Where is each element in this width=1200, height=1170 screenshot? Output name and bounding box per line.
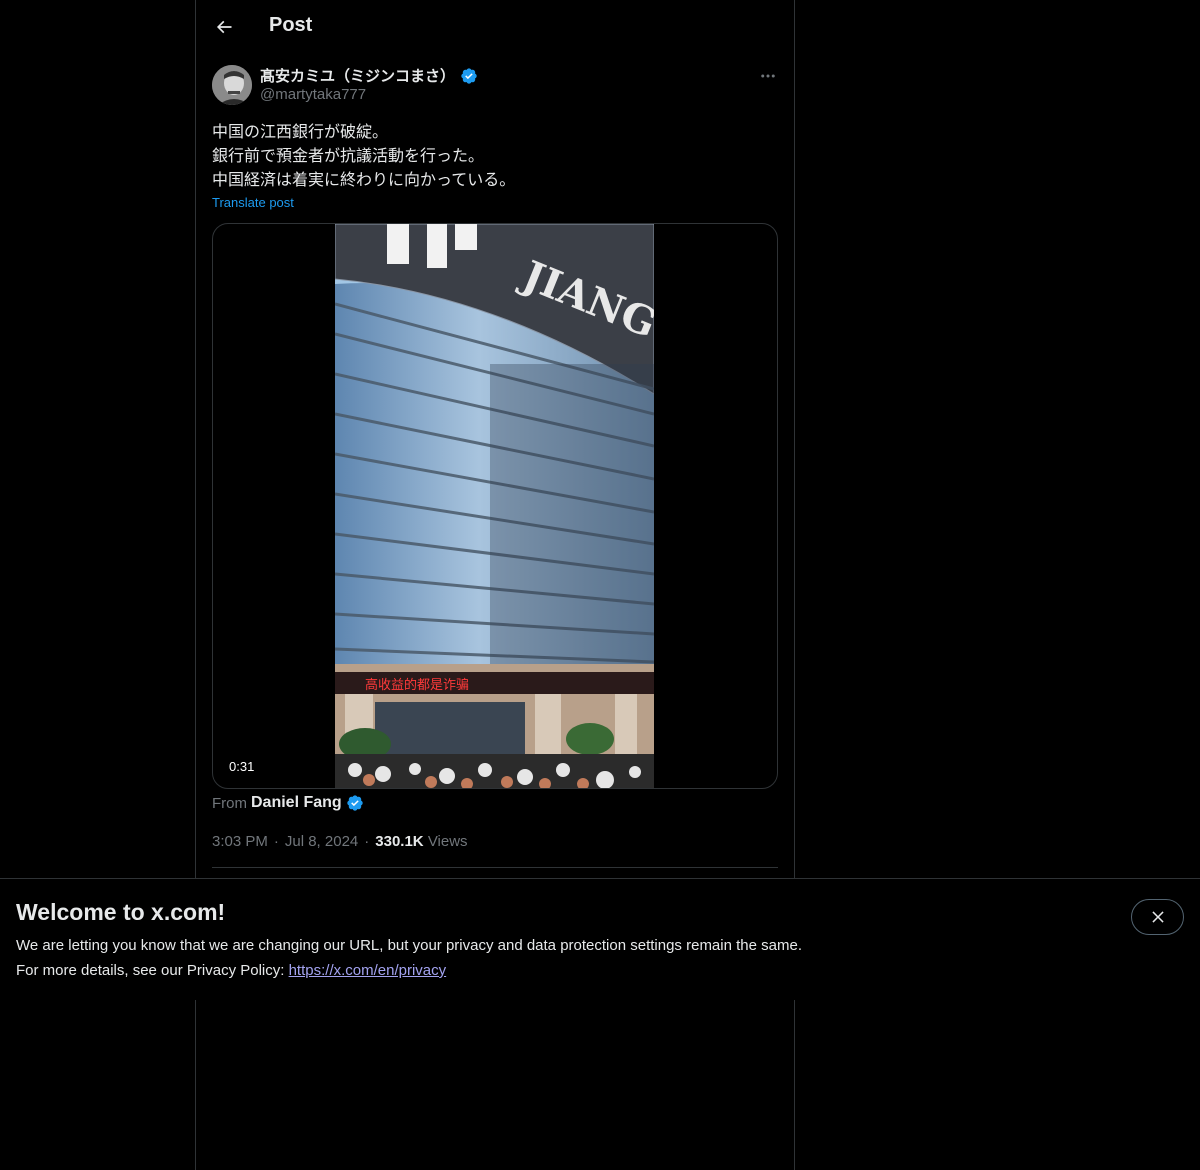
post-text-line: 中国経済は着実に終わりに向かっている。 [212, 170, 516, 189]
post-text-line: 中国の江西銀行が破綻。 [212, 122, 389, 141]
privacy-policy-link[interactable]: https://x.com/en/privacy [289, 962, 447, 979]
welcome-banner: Welcome to x.com! We are letting you kno… [0, 878, 1200, 1000]
post-date[interactable]: Jul 8, 2024 [285, 833, 358, 850]
video-banner-text: 高收益的都是诈骗 [365, 677, 469, 693]
video-thumbnail: JIANG 高收益的都是诈骗 [335, 224, 654, 788]
author-name-row[interactable]: 髙安カミユ（ミジンコまさ） [260, 65, 478, 86]
divider [212, 867, 778, 868]
arrow-left-icon [216, 20, 232, 34]
banner-message: We are letting you know that we are chan… [16, 937, 802, 954]
back-button[interactable] [208, 11, 240, 43]
source-name[interactable]: Daniel Fang [251, 794, 342, 812]
video-player[interactable]: JIANG 高收益的都是诈骗 0:31 [212, 223, 778, 789]
close-banner-button[interactable] [1131, 899, 1184, 935]
author-name[interactable]: 髙安カミユ（ミジンコまさ） [260, 65, 455, 86]
views-label: Views [427, 833, 468, 850]
video-duration: 0:31 [221, 757, 263, 776]
avatar-image [212, 65, 252, 105]
more-button[interactable] [756, 64, 780, 88]
more-horizontal-icon [761, 74, 775, 78]
verified-badge-icon [347, 795, 363, 811]
close-icon [1151, 911, 1164, 923]
banner-title: Welcome to x.com! [16, 899, 226, 925]
avatar[interactable] [212, 65, 252, 105]
source-prefix: From [212, 794, 247, 812]
views-count: 330.1K [375, 833, 424, 850]
post-text-line: 銀行前で預金者が抗議活動を行った。 [212, 146, 485, 165]
banner-privacy-prefix: For more details, see our Privacy Policy… [16, 962, 289, 979]
separator: · [364, 833, 370, 850]
source-attribution: From Daniel Fang [212, 794, 364, 812]
banner-privacy-line: For more details, see our Privacy Policy… [16, 962, 446, 979]
post-text: 中国の江西銀行が破綻。 銀行前で預金者が抗議活動を行った。 中国経済は着実に終わ… [212, 120, 772, 192]
author-handle[interactable]: @martytaka777 [260, 86, 366, 103]
post-time[interactable]: 3:03 PM [212, 833, 268, 850]
header: Post [196, 0, 794, 54]
page-title: Post [269, 14, 313, 36]
post-metadata: 3:03 PM · Jul 8, 2024 · 330.1K Views [212, 833, 468, 850]
separator: · [273, 833, 279, 850]
verified-badge-icon [461, 67, 477, 84]
translate-post-link[interactable]: Translate post [212, 195, 294, 210]
